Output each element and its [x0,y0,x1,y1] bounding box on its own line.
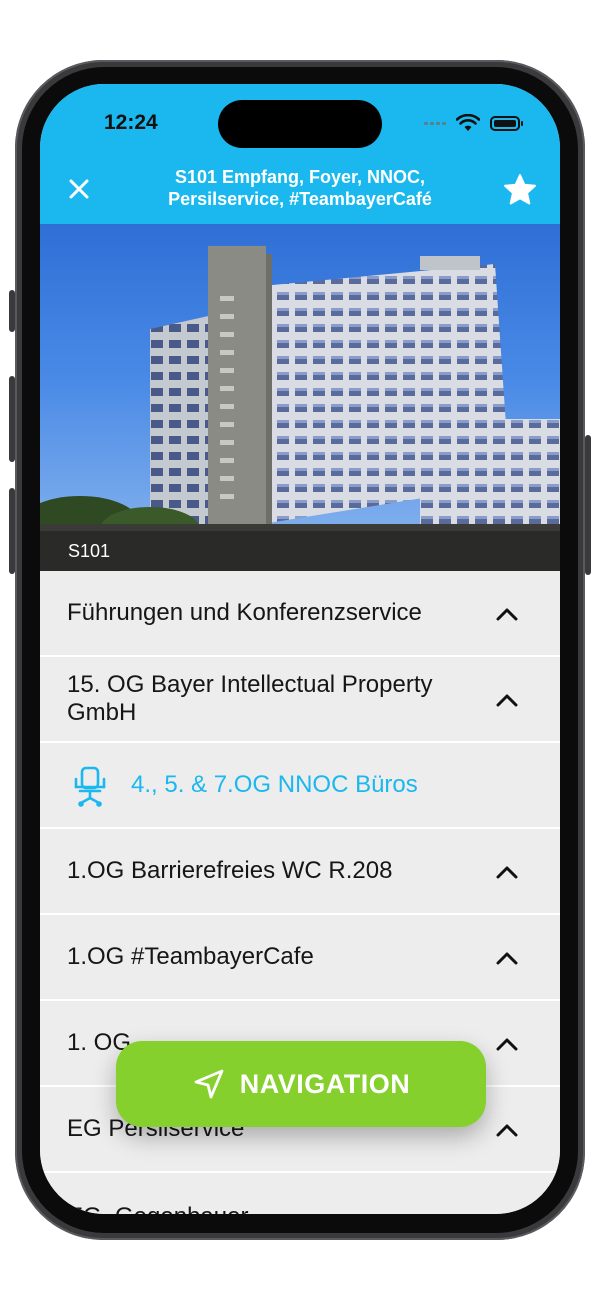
building-photo: S101 [40,224,560,571]
volume-up-button [9,376,15,462]
mute-switch [9,290,15,332]
navigation-arrow-icon [194,1069,224,1099]
volume-down-button [9,488,15,574]
page-title-line-1: S101 Empfang, Foyer, NNOC, [174,167,426,187]
status-time: 12:24 [104,111,158,134]
office-chair-icon [74,766,106,807]
chevron-up-icon [496,866,518,879]
navigation-button[interactable]: NAVIGATION [116,1041,486,1127]
building-illustration [40,246,560,571]
list-item[interactable]: Führungen und Konferenzservice [40,571,560,657]
list-item-label: 4., 5. & 7.OG NNOC Büros [131,771,418,798]
battery-icon [490,115,523,131]
chevron-up-icon [496,1038,518,1051]
dynamic-island [218,100,382,148]
list-item[interactable]: 15. OG Bayer Intellectual Property GmbH [40,657,560,743]
close-icon [69,179,89,199]
list-item-label: 1.OG #TeambayerCafe [67,943,314,970]
photo-caption: S101 [68,541,111,561]
status-indicators [424,114,523,132]
list-item[interactable]: 1.OG Barrierefreies WC R.208 [40,829,560,915]
list-item[interactable]: EG, Gegenbauer [40,1173,560,1214]
power-button [585,435,591,575]
chevron-up-icon [496,608,518,621]
chevron-up-icon [496,952,518,965]
list-item[interactable]: 1.OG #TeambayerCafe [40,915,560,1001]
navigation-button-label: NAVIGATION [239,1068,411,1099]
cellular-signal-icon [424,121,446,125]
photo-caption-bar: S101 [40,531,560,571]
chevron-up-icon [496,1124,518,1137]
app-screen: 12:24 S101 Empfang, Foyer, NNOC, Persils… [40,84,560,1214]
chevron-up-icon [496,694,518,707]
wifi-icon [456,114,480,131]
list-item-label: EG, Gegenbauer [67,1173,447,1214]
favorite-button[interactable] [502,172,538,208]
list-item-label: 1.OG Barrierefreies WC R.208 [67,857,393,884]
list-item-label: Führungen und Konferenzservice [67,599,422,626]
app-header: 12:24 S101 Empfang, Foyer, NNOC, Persils… [40,84,560,224]
list-item-link[interactable]: 4., 5. & 7.OG NNOC Büros [40,743,560,829]
star-icon [504,174,536,205]
page-title-line-2: Persilservice, #TeambayerCafé [168,189,432,209]
list-item-label: 15. OG Bayer Intellectual Property GmbH [67,671,433,726]
page-title: S101 Empfang, Foyer, NNOC, Persilservice… [130,166,470,210]
close-button[interactable] [64,174,94,204]
